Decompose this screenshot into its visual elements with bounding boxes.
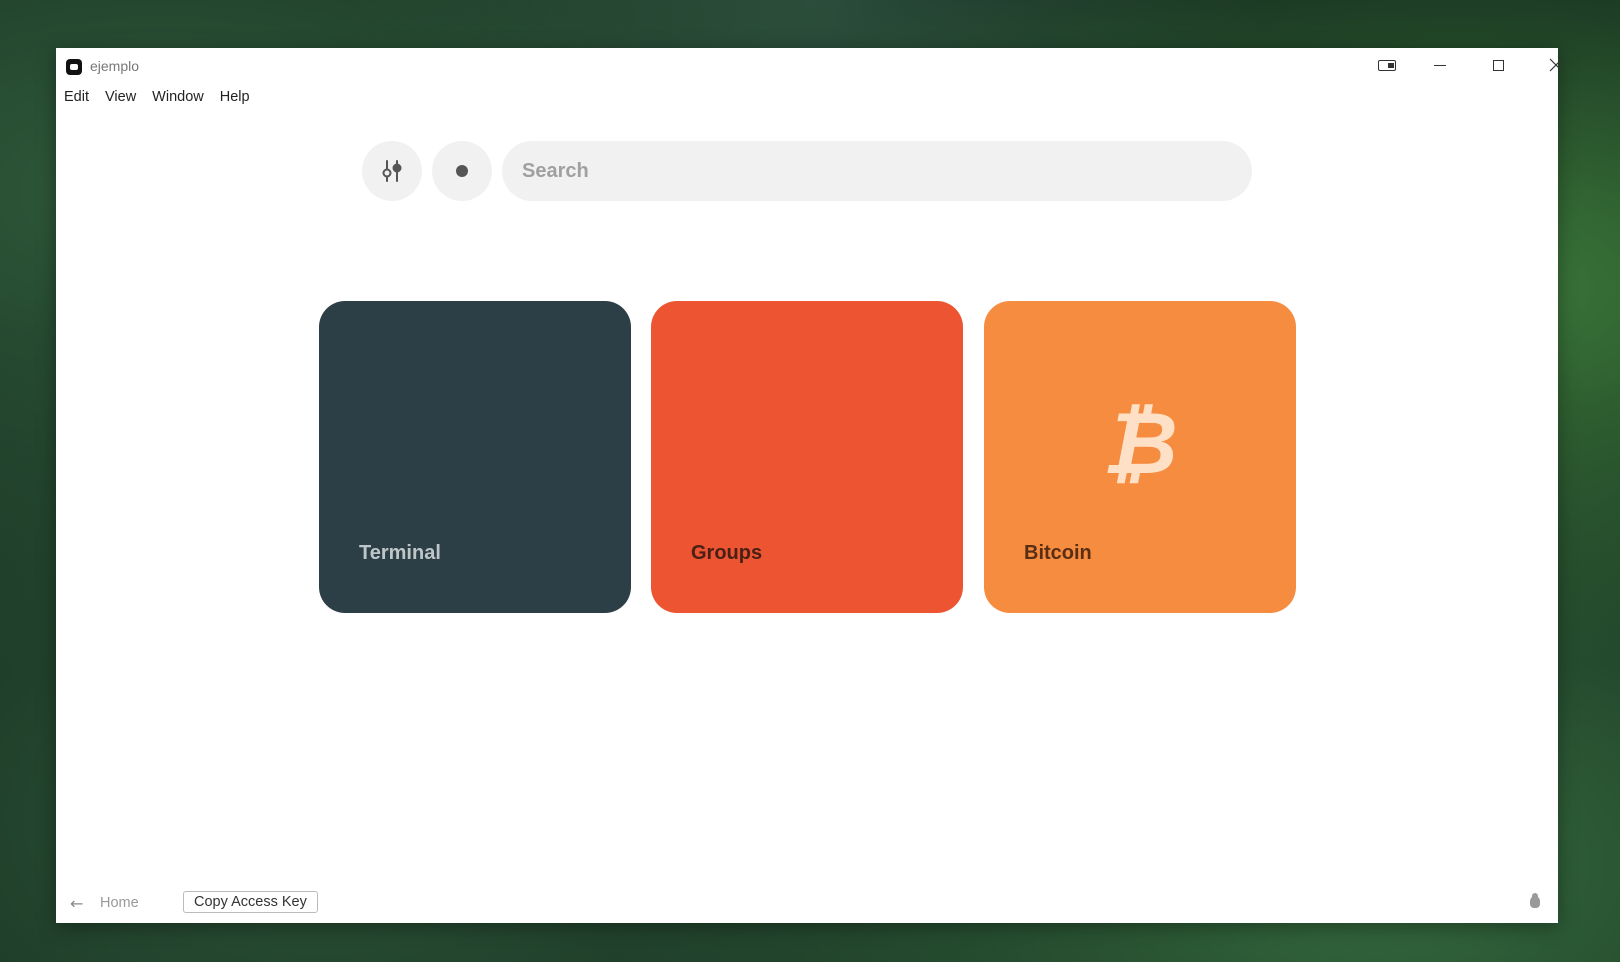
tile-groups[interactable]: Groups (651, 301, 963, 613)
tile-bitcoin[interactable]: ₿ Bitcoin (984, 301, 1296, 613)
title-bar: ejemplo (56, 48, 1563, 82)
app-window: ejemplo Edit View Window Help Search Ter… (56, 48, 1563, 923)
maximize-button[interactable] (1469, 48, 1527, 82)
menu-window[interactable]: Window (152, 89, 204, 105)
bug-icon[interactable] (1530, 893, 1540, 908)
app-icon (66, 59, 82, 75)
cast-icon (1378, 59, 1396, 71)
menu-view[interactable]: View (105, 89, 136, 105)
menu-edit[interactable]: Edit (64, 89, 89, 105)
copy-access-key-button[interactable]: Copy Access Key (183, 891, 318, 913)
tile-label: Terminal (359, 542, 441, 564)
tile-label: Groups (691, 542, 763, 564)
menu-bar: Edit View Window Help (56, 82, 266, 112)
footer-bar: ← Home Copy Access Key (56, 890, 1558, 918)
home-link[interactable]: Home (100, 895, 139, 911)
search-input[interactable] (502, 141, 1252, 201)
bitcoin-icon: ₿ (1102, 394, 1178, 494)
arrow-left-icon[interactable]: ← (70, 894, 83, 913)
tile-label: Bitcoin (1024, 542, 1092, 564)
close-icon (1549, 58, 1563, 72)
minimize-icon (1434, 64, 1446, 66)
minimize-button[interactable] (1411, 48, 1469, 82)
maximize-icon (1492, 59, 1504, 71)
status-button[interactable] (432, 141, 492, 201)
close-button[interactable] (1527, 48, 1585, 82)
menu-help[interactable]: Help (220, 89, 250, 105)
tile-terminal[interactable]: Terminal (319, 301, 631, 613)
dot-icon (456, 165, 468, 177)
settings-button[interactable] (362, 141, 422, 201)
sliders-icon (382, 160, 402, 182)
cast-button[interactable] (1358, 48, 1416, 82)
window-title: ejemplo (90, 58, 140, 74)
